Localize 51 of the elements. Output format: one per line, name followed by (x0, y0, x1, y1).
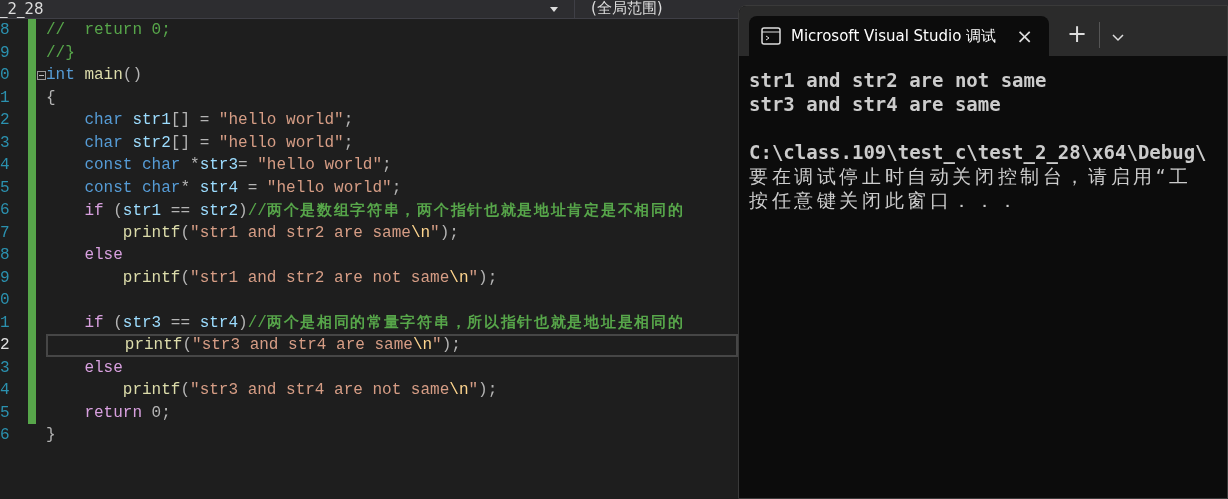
console-output: str3 and str4 are same (749, 92, 1001, 116)
code-line: printf("str3 and str4 are not same\n"); (121, 380, 498, 401)
close-tab-button[interactable]: × (1016, 26, 1033, 46)
code-line: printf("str1 and str2 are not same\n"); (121, 267, 498, 288)
code-line: printf("str1 and str2 are same\n"); (121, 222, 459, 243)
line-number: 9 (0, 267, 11, 289)
line-number: 2 (0, 335, 11, 356)
code-line: const char *str3= "hello world"; (83, 155, 392, 176)
tab-title: Microsoft Visual Studio 调试 (791, 26, 998, 46)
code-line: //} (46, 42, 75, 63)
terminal-tab[interactable]: Microsoft Visual Studio 调试 × (749, 16, 1049, 56)
code-line: else (83, 357, 123, 378)
line-number: 1 (0, 87, 11, 109)
collapse-icon[interactable] (36, 70, 46, 80)
code-line: const char* str4 = "hello world"; (83, 177, 402, 198)
scope-combo[interactable]: (全局范围) (574, 0, 663, 18)
line-number: 3 (0, 132, 11, 154)
console-output: str1 and str2 are not same (749, 68, 1047, 92)
line-number: 6 (0, 425, 11, 446)
code-line: char str1[] = "hello world"; (83, 110, 354, 131)
line-number: 8 (0, 20, 11, 41)
line-number: 5 (0, 402, 11, 424)
console-path: C:\class.109\test_c\test_2_28\x64\Debug\ (749, 140, 1207, 164)
line-number: 3 (0, 357, 11, 379)
code-line: { (46, 87, 56, 108)
terminal-icon (761, 27, 781, 45)
code-line: if (str3 == str4)//两个是相同的常量字符串，所以指针也就是地址是相同的 (83, 312, 685, 334)
line-number: 9 (0, 42, 11, 64)
line-number: 0 (0, 65, 11, 86)
new-tab-button[interactable]: + (1067, 22, 1088, 46)
code-line: char str2[] = "hello world"; (83, 132, 354, 153)
line-number: 6 (0, 200, 11, 221)
code-line: // return 0; (46, 20, 171, 41)
code-line: printf("str3 and str4 are same\n"); (123, 335, 461, 356)
chevron-down-icon[interactable] (1112, 34, 1125, 42)
code-line: else (83, 245, 123, 266)
line-number: 5 (0, 177, 11, 199)
console-message: 要在调试停止时自动关闭控制台，请启用“工 (749, 164, 1192, 188)
file-combo[interactable]: _2_28 (0, 1, 44, 17)
line-number: 0 (0, 290, 11, 311)
code-line: return 0; (83, 402, 171, 423)
code-line: if (str1 == str2)//两个是数组字符串，两个指针也就是地址肯定是不相同的 (83, 199, 685, 221)
line-number: 1 (0, 312, 11, 334)
line-number: 8 (0, 245, 11, 266)
line-number: 2 (0, 110, 11, 131)
code-line: int main() (46, 65, 143, 86)
line-number: 4 (0, 155, 11, 176)
code-line: } (46, 425, 56, 446)
line-number: 4 (0, 380, 11, 401)
line-number: 7 (0, 222, 11, 244)
console-message: 按任意键关闭此窗口．．． (749, 188, 1021, 212)
